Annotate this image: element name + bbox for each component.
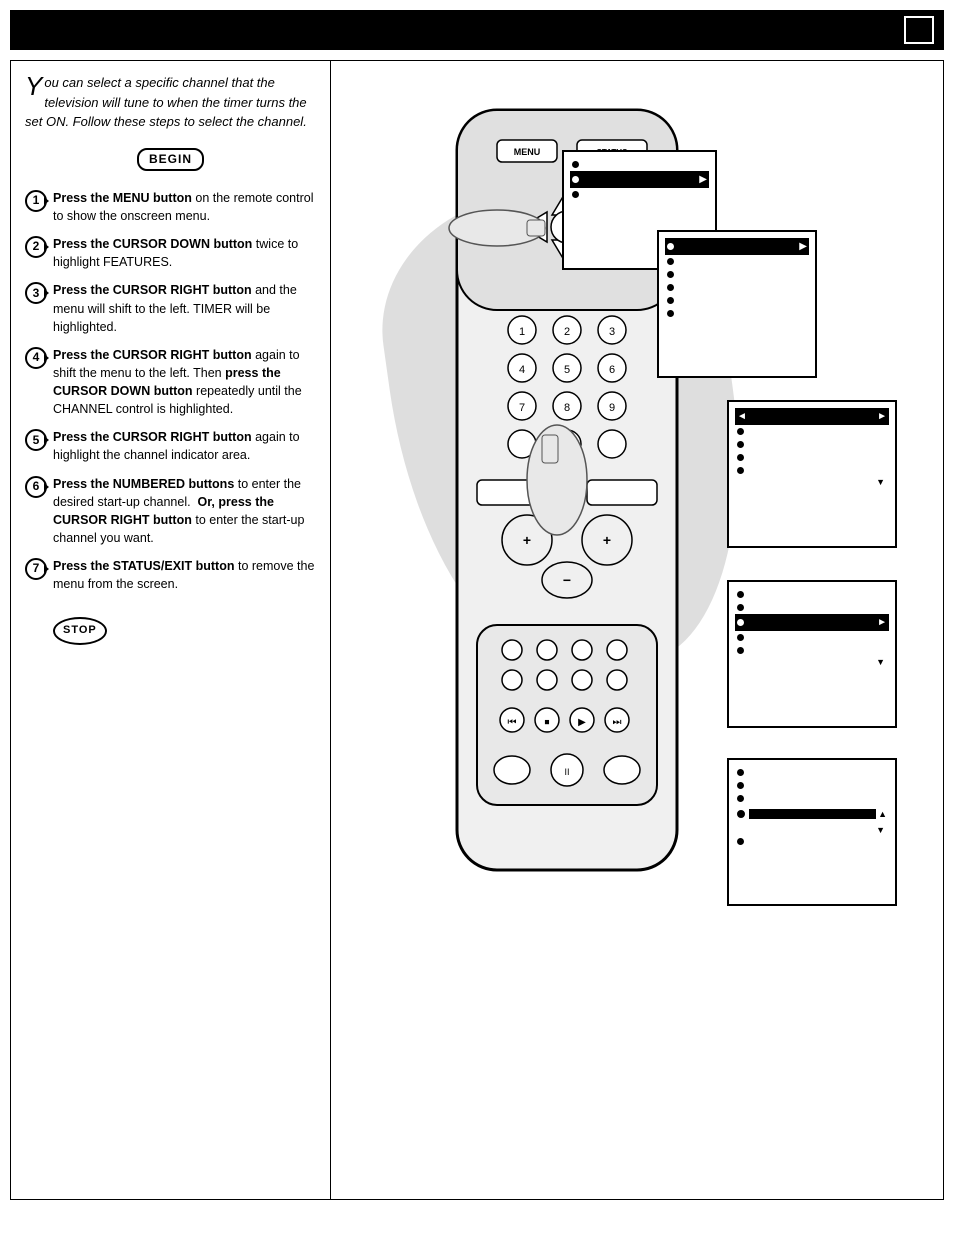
svg-text:⏮: ⏮ [508, 717, 517, 728]
svg-text:▶: ▶ [578, 717, 586, 728]
right-panel: MENU STATUS [331, 61, 943, 1199]
step-6-text: Press the NUMBERED buttons to enter the … [53, 475, 316, 548]
menu-screen-2: ▶ [657, 230, 817, 378]
main-content: Y ou can select a specific channel that … [10, 60, 944, 1200]
svg-text:5: 5 [564, 364, 570, 376]
step-4-number: 4 [25, 347, 47, 369]
svg-text:2: 2 [564, 326, 570, 338]
step-5-number: 5 [25, 429, 47, 451]
page-number-box [904, 16, 934, 44]
step-2-number: 2 [25, 236, 47, 258]
svg-text:MENU: MENU [514, 147, 541, 157]
svg-text:⏭: ⏭ [613, 717, 622, 728]
left-panel: Y ou can select a specific channel that … [11, 61, 331, 1199]
step-2: 2 Press the CURSOR DOWN button twice to … [25, 235, 316, 271]
step-7-text: Press the STATUS/EXIT button to remove t… [53, 557, 316, 645]
intro-text: Y ou can select a specific channel that … [25, 73, 316, 132]
step-5-text: Press the CURSOR RIGHT button again to h… [53, 428, 316, 464]
intro-body: ou can select a specific channel that th… [25, 75, 307, 129]
svg-text:7: 7 [519, 402, 525, 414]
header-bar [10, 10, 944, 50]
svg-text:4: 4 [519, 364, 525, 376]
step-7: 7 Press the STATUS/EXIT button to remove… [25, 557, 316, 645]
step-1-number: 1 [25, 190, 47, 212]
step-2-text: Press the CURSOR DOWN button twice to hi… [53, 235, 316, 271]
svg-text:6: 6 [609, 364, 615, 376]
begin-badge: BEGIN [137, 148, 204, 171]
menu-screen-3: ◄ ► [727, 400, 897, 548]
step-5: 5 Press the CURSOR RIGHT button again to… [25, 428, 316, 464]
menu-screen-4: ► ▼ [727, 580, 897, 728]
step-6-number: 6 [25, 476, 47, 498]
svg-text:II: II [564, 767, 569, 777]
step-1: 1 Press the MENU button on the remote co… [25, 189, 316, 225]
svg-text:9: 9 [609, 402, 615, 414]
stop-badge: STOP [53, 617, 107, 645]
step-4: 4 Press the CURSOR RIGHT button again to… [25, 346, 316, 419]
svg-text:⏹: ⏹ [545, 717, 550, 728]
svg-text:−: − [563, 572, 571, 588]
step-3: 3 Press the CURSOR RIGHT button and the … [25, 281, 316, 335]
svg-text:+: + [603, 532, 611, 548]
svg-text:3: 3 [609, 326, 615, 338]
svg-text:+: + [523, 532, 531, 548]
step-1-text: Press the MENU button on the remote cont… [53, 189, 316, 225]
intro-big-letter: Y [25, 73, 42, 99]
step-7-number: 7 [25, 558, 47, 580]
step-3-number: 3 [25, 282, 47, 304]
step-3-text: Press the CURSOR RIGHT button and the me… [53, 281, 316, 335]
svg-text:1: 1 [519, 326, 525, 338]
step-6: 6 Press the NUMBERED buttons to enter th… [25, 475, 316, 548]
menu-screen-5: ▲ ▼ [727, 758, 897, 906]
svg-text:8: 8 [564, 402, 570, 414]
step-4-text: Press the CURSOR RIGHT button again to s… [53, 346, 316, 419]
page: Y ou can select a specific channel that … [0, 0, 954, 1235]
